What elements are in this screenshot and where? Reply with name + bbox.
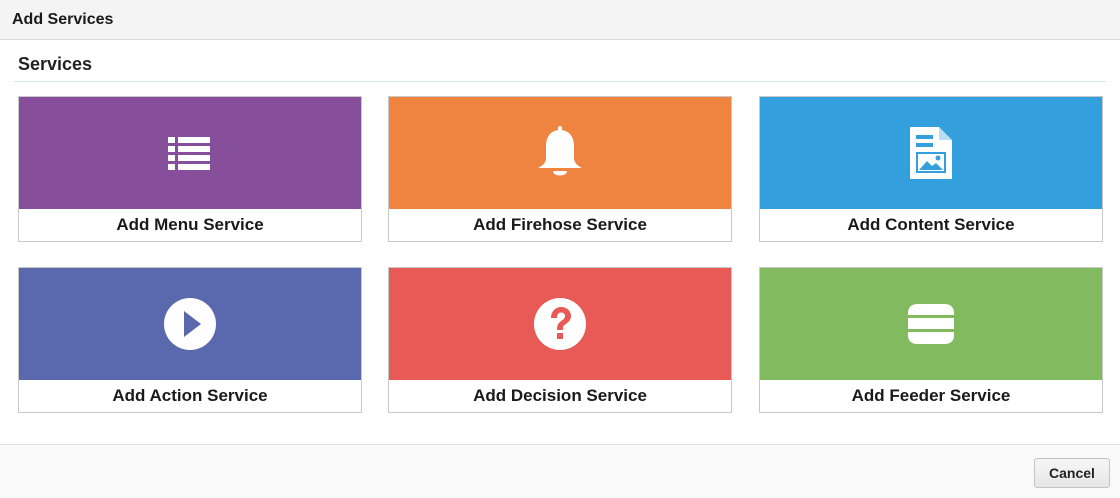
add-services-dialog: Add Services Services Add Menu Service A… — [0, 0, 1120, 498]
bell-icon — [538, 126, 582, 176]
tile-label: Add Decision Service — [473, 386, 647, 405]
section-title: Services — [18, 54, 93, 74]
dialog-body: Services Add Menu Service Add Firehose S… — [0, 40, 1120, 445]
cancel-button[interactable]: Cancel — [1034, 458, 1110, 488]
tile-label: Add Content Service — [847, 215, 1015, 234]
tile-banner — [19, 97, 361, 209]
tile-banner — [19, 268, 361, 380]
dialog-title: Add Services — [12, 10, 114, 28]
tile-banner — [760, 268, 1102, 380]
add-decision-service-tile[interactable]: Add Decision Service — [388, 267, 732, 413]
add-action-service-tile[interactable]: Add Action Service — [18, 267, 362, 413]
play-circle-icon — [164, 298, 216, 350]
dialog-footer: Cancel — [0, 445, 1120, 498]
tile-label: Add Action Service — [112, 386, 268, 405]
add-menu-service-tile[interactable]: Add Menu Service — [18, 96, 362, 242]
tile-label: Add Menu Service — [116, 215, 264, 234]
tile-banner — [389, 268, 731, 380]
question-circle-icon — [534, 298, 586, 350]
tile-label: Add Firehose Service — [473, 215, 647, 234]
add-firehose-service-tile[interactable]: Add Firehose Service — [388, 96, 732, 242]
add-content-service-tile[interactable]: Add Content Service — [759, 96, 1103, 242]
document-image-icon — [910, 127, 952, 179]
list-icon — [168, 137, 210, 170]
stack-icon — [908, 304, 954, 344]
tile-banner — [760, 97, 1102, 209]
tile-banner — [389, 97, 731, 209]
add-feeder-service-tile[interactable]: Add Feeder Service — [759, 267, 1103, 413]
tile-label: Add Feeder Service — [851, 386, 1011, 405]
dialog-header: Add Services — [0, 0, 1120, 40]
section-divider — [14, 81, 1106, 82]
